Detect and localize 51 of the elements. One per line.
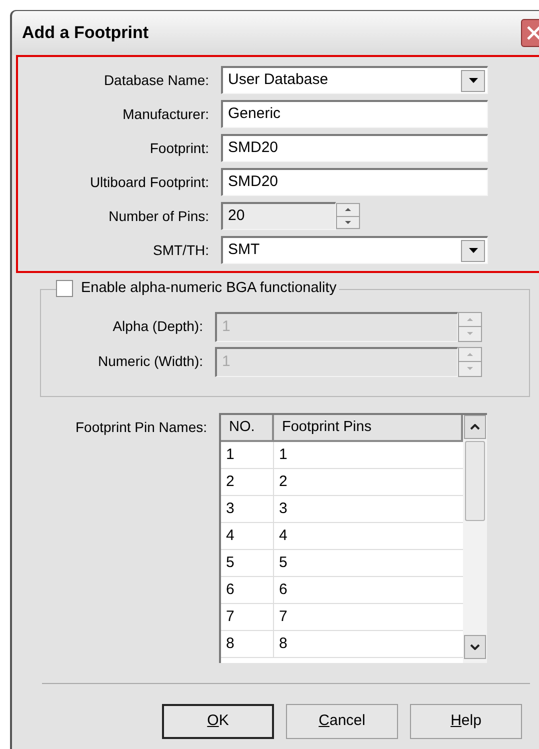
field-label: Alpha (Depth): (112, 317, 204, 336)
checkbox[interactable] (56, 280, 73, 298)
table-cell: 1 (221, 442, 274, 468)
table-cell-text: 3 (278, 498, 288, 519)
text-field[interactable]: SMD20 (221, 134, 488, 162)
scroll-down-icon (470, 644, 480, 650)
field-label: Footprint Pin Names: (74, 418, 208, 437)
table-cell: 7 (221, 604, 274, 630)
text-field[interactable]: SMD20 (221, 168, 488, 196)
dropdown-caret-icon (468, 78, 478, 83)
scrollbar[interactable] (463, 415, 487, 663)
field-label: SMT/TH: (152, 240, 210, 260)
table-cell: 6 (221, 577, 274, 603)
text-field[interactable]: Generic (221, 100, 488, 128)
field-label: Manufacturer: (122, 104, 210, 124)
dialog-button[interactable]: Help (410, 704, 522, 739)
table-cell-text: 8 (278, 634, 288, 654)
table-cell: 4 (221, 523, 274, 549)
field-label: Footprint: (148, 138, 210, 158)
table-cell: 3 (221, 496, 274, 522)
number-field[interactable]: 20 (221, 202, 336, 230)
table-cell: 8 (221, 631, 274, 657)
field-label: Ultiboard Footprint: (88, 172, 210, 192)
column-header[interactable]: NO. (221, 415, 274, 442)
up-arrow-icon (467, 352, 473, 356)
table-cell-text: 7 (278, 606, 288, 627)
scroll-up-icon (470, 424, 480, 430)
dialog-button[interactable]: Cancel (286, 704, 398, 739)
dropdown-field[interactable]: User Database (221, 66, 488, 94)
table-cell-text: 5 (278, 552, 288, 573)
table-cell-text: 2 (278, 472, 288, 492)
field-label: Database Name: (102, 70, 210, 90)
dropdown-caret-icon (468, 248, 478, 253)
dialog-button[interactable]: OK (162, 704, 274, 739)
field-label: Number of Pins: (108, 206, 210, 226)
up-arrow-icon (345, 208, 351, 212)
dropdown-field[interactable]: SMT (221, 236, 488, 264)
table-cell: 5 (221, 550, 274, 576)
close-icon (527, 26, 539, 40)
table-cell: 2 (221, 469, 274, 495)
checkbox-label: Enable alpha-numeric BGA functionality (81, 279, 337, 298)
field-label: Numeric (Width): (96, 352, 204, 371)
up-arrow-icon (467, 318, 473, 321)
table-cell-text: 4 (278, 526, 288, 546)
window-title: Add a Footprint (22, 22, 149, 44)
table-cell-text: 1 (278, 444, 288, 465)
spinner-buttons[interactable] (336, 203, 360, 229)
down-arrow-icon (467, 367, 473, 370)
table-cell-text: 6 (278, 580, 288, 600)
down-arrow-icon (467, 332, 473, 336)
down-arrow-icon (345, 220, 351, 224)
